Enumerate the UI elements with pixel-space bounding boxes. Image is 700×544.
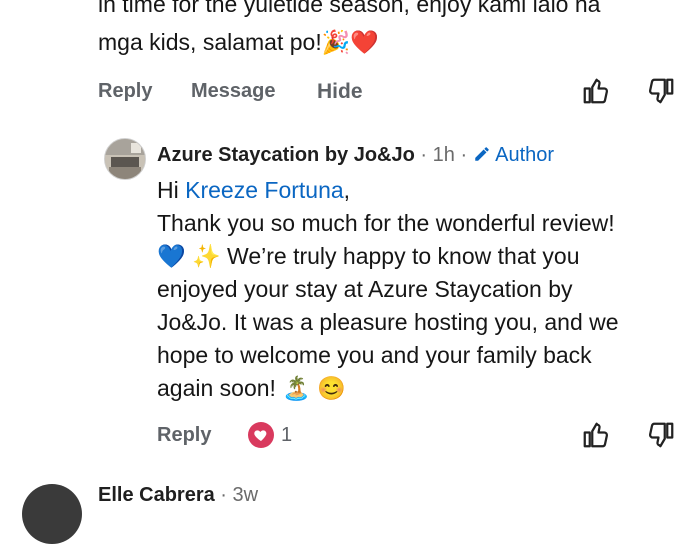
next-comment-avatar[interactable]: [22, 484, 82, 544]
reply-greeting-line: Hi Kreeze Fortuna,: [157, 174, 677, 207]
thumbs-up-icon[interactable]: [581, 76, 611, 106]
reply-greeting: Hi: [157, 177, 179, 203]
reply-body: Hi Kreeze Fortuna, Thank you so much for…: [157, 174, 677, 405]
parent-comment-line-2: mga kids, salamat po!🎉❤️: [98, 26, 379, 58]
author-avatar[interactable]: [104, 138, 146, 180]
avatar-room-image: [105, 139, 145, 179]
pencil-icon: [474, 147, 489, 161]
thumbs-up-icon[interactable]: [581, 420, 611, 450]
reaction-count: 1: [281, 424, 293, 446]
reply-author-line: Azure Staycation by Jo&Jo · 1h · Author: [157, 144, 554, 167]
meta-dot: ·: [420, 144, 428, 166]
reply-button[interactable]: Reply: [98, 80, 152, 103]
greeting-suffix: ,: [343, 177, 351, 203]
parent-comment-emoji: 🎉❤️: [321, 29, 379, 55]
reply-timestamp: 1h: [432, 144, 455, 166]
parent-comment-line-1: in time for the yuletide season, enjoy k…: [98, 0, 601, 17]
message-button[interactable]: Message: [191, 80, 276, 103]
next-comment-timestamp: 3w: [232, 484, 259, 506]
reply-reply-button[interactable]: Reply: [157, 424, 211, 447]
reply-line-3: enjoyed your stay at Azure Staycation by: [157, 276, 573, 302]
next-comment-author-line: Elle Cabrera · 3w: [98, 484, 258, 507]
reply-line-4: Jo&Jo. It was a pleasure hosting you, an…: [157, 309, 619, 335]
reply-line-6: again soon! 🏝️ 😊: [157, 375, 346, 401]
hide-button[interactable]: Hide: [317, 80, 363, 104]
parent-comment-line-2-text: mga kids, salamat po!: [98, 29, 322, 55]
reply-line-5: hope to welcome you and your family back: [157, 342, 592, 368]
reply-line-2: 💙 ✨ We’re truly happy to know that you: [157, 243, 580, 269]
thumbs-down-icon[interactable]: [646, 420, 676, 450]
thumbs-down-icon[interactable]: [646, 76, 676, 106]
heart-reaction-icon[interactable]: [248, 422, 274, 448]
author-badge: Author: [495, 144, 555, 166]
reply-author-name[interactable]: Azure Staycation by Jo&Jo: [157, 144, 415, 166]
reply-line-1: Thank you so much for the wonderful revi…: [157, 210, 615, 236]
heart-icon: [254, 430, 267, 441]
meta-dot: ·: [460, 144, 468, 166]
next-comment-author[interactable]: Elle Cabrera: [98, 484, 215, 506]
meta-dot: ·: [220, 484, 227, 506]
mention-link[interactable]: Kreeze Fortuna: [185, 177, 344, 203]
